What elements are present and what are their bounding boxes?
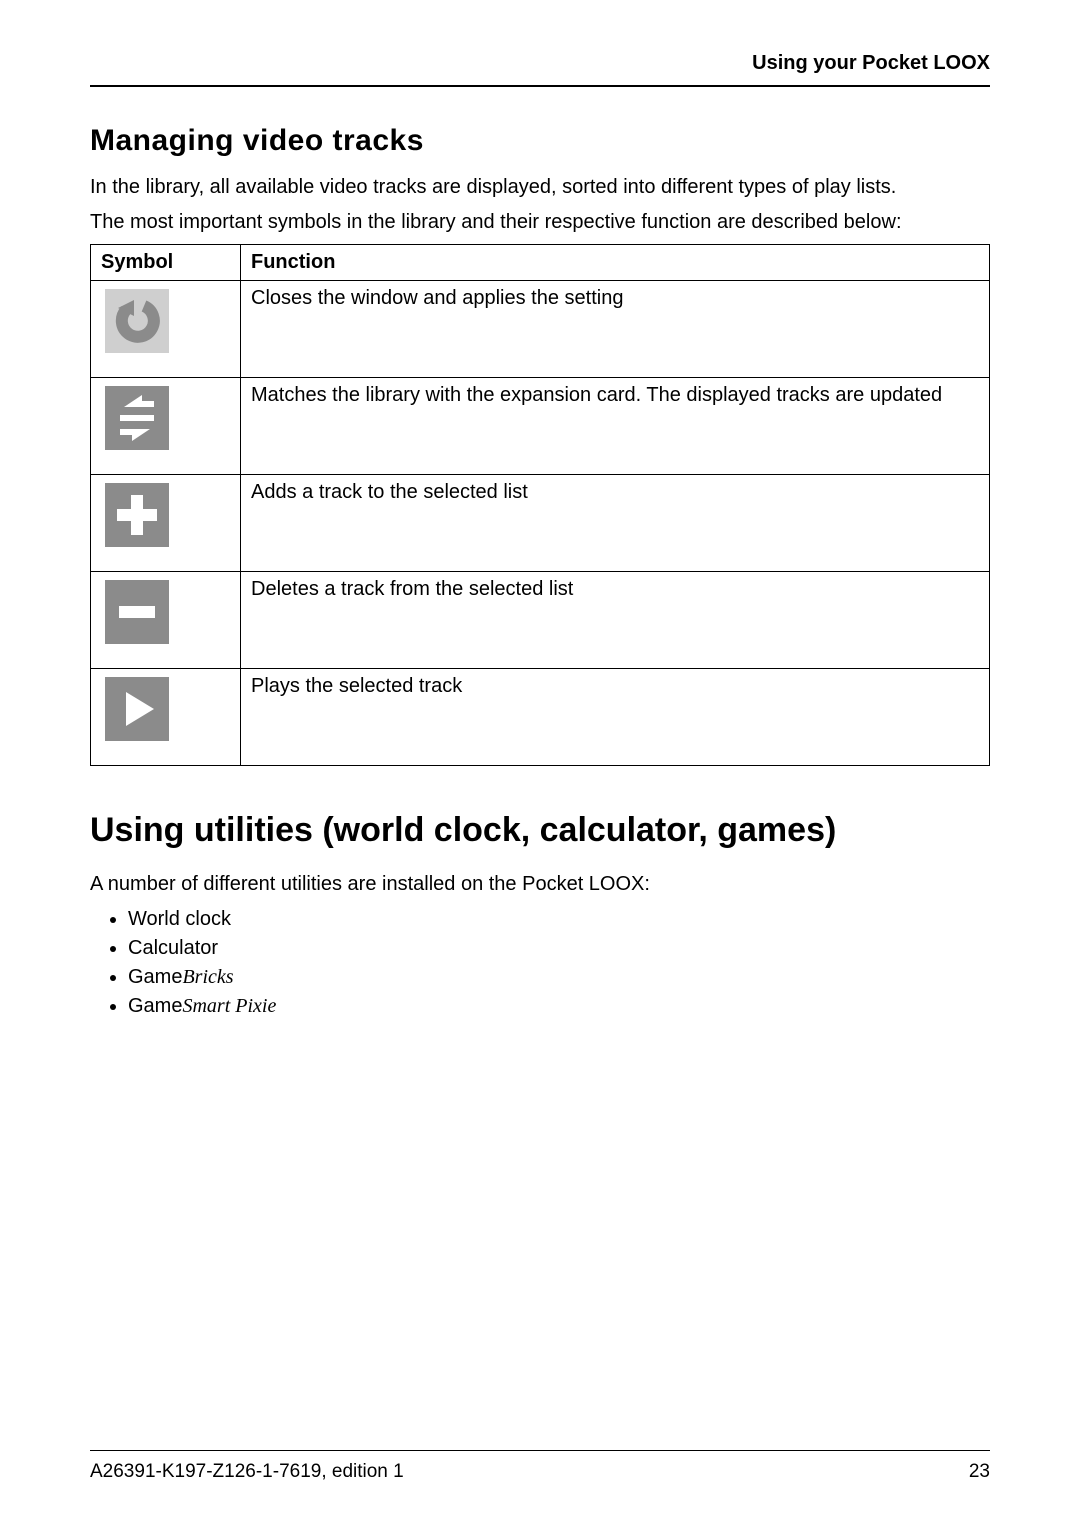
table-row: Matches the library with the expansion c… xyxy=(91,377,990,474)
utilities-list: World clock Calculator GameBricks GameSm… xyxy=(90,906,990,1020)
list-item-label: Game xyxy=(128,995,182,1017)
function-cell: Matches the library with the expansion c… xyxy=(241,377,990,474)
symbol-cell xyxy=(91,377,241,474)
back-arrow-icon xyxy=(101,285,173,357)
sync-icon xyxy=(101,382,173,454)
section2-para: A number of different utilities are inst… xyxy=(90,871,990,898)
symbol-function-table: Symbol Function Closes the window and ap… xyxy=(90,244,990,766)
table-header-row: Symbol Function xyxy=(91,244,990,280)
list-item-italic: Bricks xyxy=(182,966,233,988)
header-rule xyxy=(90,85,990,87)
col-header-symbol: Symbol xyxy=(91,244,241,280)
section1-para2: The most important symbols in the librar… xyxy=(90,209,990,236)
list-item-label: Calculator xyxy=(128,937,218,959)
footer-page-number: 23 xyxy=(969,1459,990,1485)
running-header: Using your Pocket LOOX xyxy=(90,50,990,77)
list-item: Calculator xyxy=(128,935,990,962)
list-item-label: World clock xyxy=(128,908,231,930)
plus-icon xyxy=(101,479,173,551)
section-heading-managing: Managing video tracks xyxy=(90,121,990,162)
footer-rule xyxy=(90,1450,990,1451)
page-footer: A26391-K197-Z126-1-7619, edition 1 23 xyxy=(90,1440,990,1485)
play-icon xyxy=(101,673,173,745)
function-cell: Plays the selected track xyxy=(241,668,990,765)
table-row: Adds a track to the selected list xyxy=(91,474,990,571)
table-row: Deletes a track from the selected list xyxy=(91,571,990,668)
symbol-cell xyxy=(91,474,241,571)
symbol-cell xyxy=(91,280,241,377)
minus-icon xyxy=(101,576,173,648)
list-item-italic: Smart Pixie xyxy=(182,995,276,1017)
table-row: Closes the window and applies the settin… xyxy=(91,280,990,377)
function-cell: Deletes a track from the selected list xyxy=(241,571,990,668)
page: Using your Pocket LOOX Managing video tr… xyxy=(0,0,1080,1529)
section1-para1: In the library, all available video trac… xyxy=(90,174,990,201)
col-header-function: Function xyxy=(241,244,990,280)
list-item: GameBricks xyxy=(128,964,990,991)
symbol-cell xyxy=(91,668,241,765)
list-item: World clock xyxy=(128,906,990,933)
table-row: Plays the selected track xyxy=(91,668,990,765)
list-item: GameSmart Pixie xyxy=(128,993,990,1020)
function-cell: Adds a track to the selected list xyxy=(241,474,990,571)
section-heading-utilities: Using utilities (world clock, calculator… xyxy=(90,808,990,854)
footer-doc-id: A26391-K197-Z126-1-7619, edition 1 xyxy=(90,1459,404,1485)
list-item-label: Game xyxy=(128,966,182,988)
symbol-cell xyxy=(91,571,241,668)
function-cell: Closes the window and applies the settin… xyxy=(241,280,990,377)
